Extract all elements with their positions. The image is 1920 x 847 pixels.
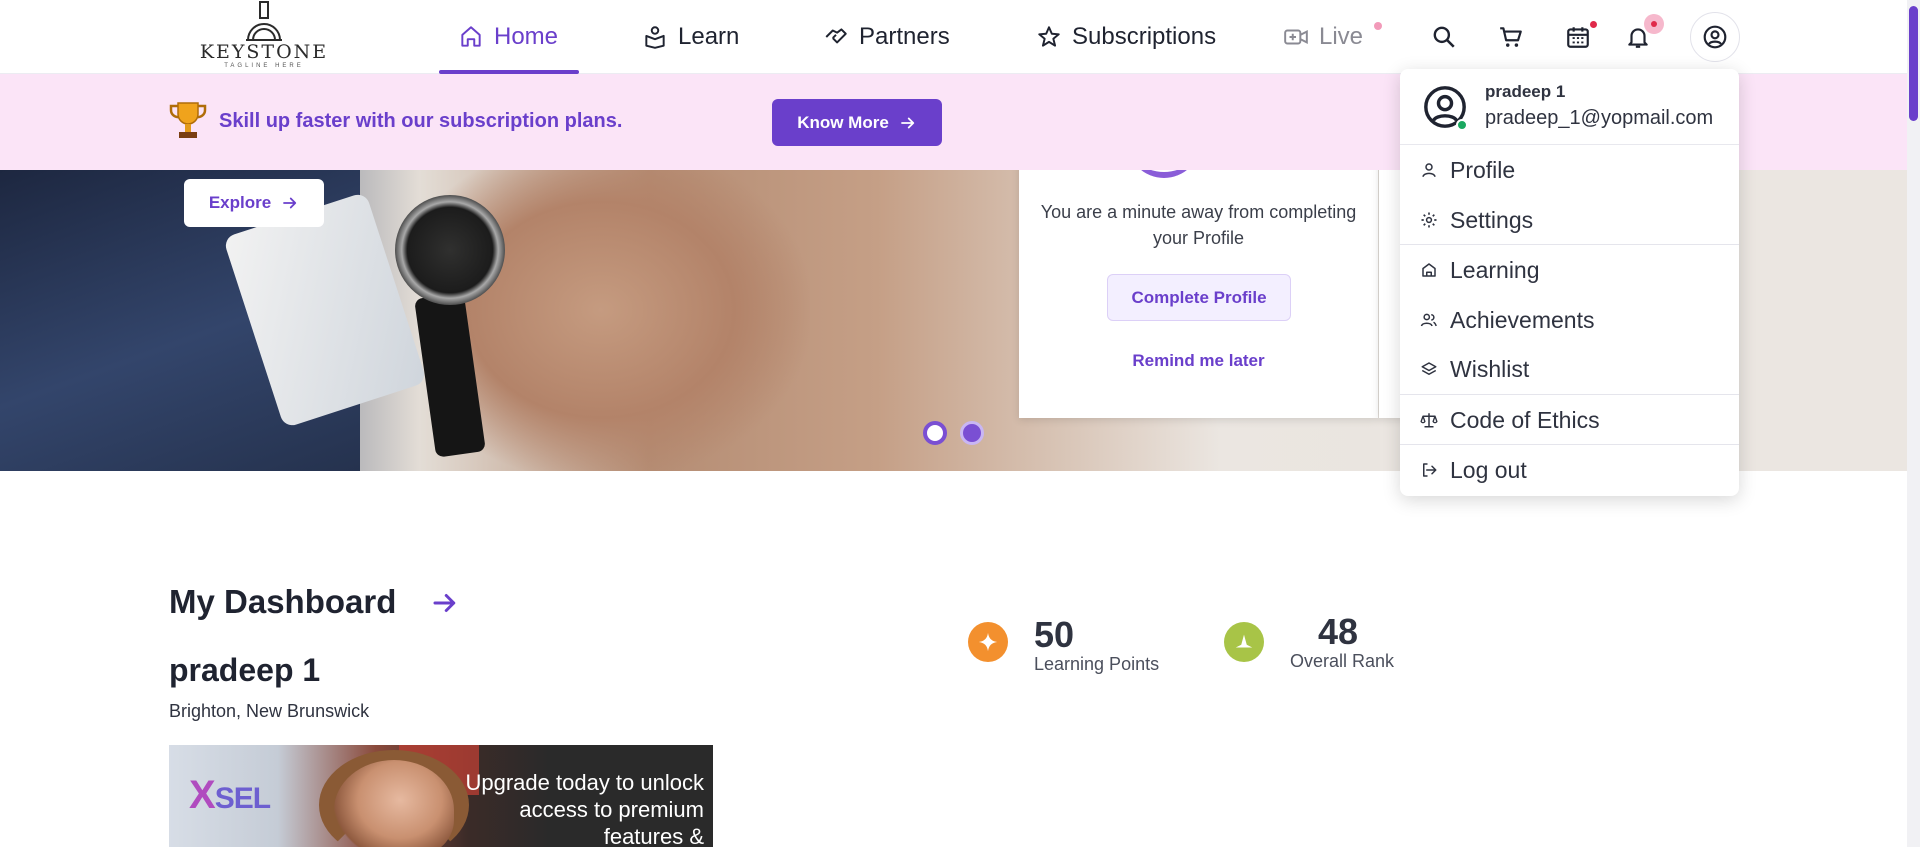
nav-partners[interactable]: Partners [823,0,950,74]
complete-profile-button[interactable]: Complete Profile [1107,274,1291,321]
users-icon [1420,313,1437,327]
carousel-dot-2[interactable] [960,421,984,445]
xsel-logo: XSEL [189,773,271,817]
nav-active-indicator [439,70,579,74]
live-indicator-dot [1374,22,1382,30]
layers-icon [1421,362,1437,375]
arrow-right-icon [433,594,456,612]
menu-user-name: pradeep 1 [1485,82,1566,101]
user-location: Brighton, New Brunswick [169,701,370,721]
scrollbar-thumb[interactable] [1909,6,1918,121]
explore-button[interactable]: Explore [184,179,324,227]
menu-item-label: Achievements [1450,306,1595,333]
remind-me-later-link[interactable]: Remind me later [1019,351,1378,371]
learning-icon [1422,263,1436,277]
brand-name: KEYSTONE [199,41,329,63]
explore-label: Explore [208,193,272,212]
profile-completion-card: You are a minute away from completing yo… [1019,140,1378,418]
account-menu-button[interactable] [1690,12,1740,62]
search-icon [1433,26,1455,48]
nav-learn[interactable]: Learn [642,0,739,74]
dashboard-title: My Dashboard [169,583,397,620]
menu-item-label: Learning [1450,256,1540,283]
handshake-icon [825,28,847,44]
user-icon [1422,163,1436,178]
cart-icon [1500,27,1522,47]
menu-item-wishlist[interactable]: Wishlist [1400,344,1739,394]
nav-subscriptions[interactable]: Subscriptions [1036,0,1216,74]
user-circle-icon [1703,25,1727,49]
nav-live[interactable]: Live [1283,0,1363,74]
learning-points-label: Learning Points [1034,654,1160,674]
video-plus-icon [1284,29,1308,45]
menu-item-label: Log out [1450,456,1527,483]
search-button[interactable] [1427,20,1461,54]
know-more-label: Know More [797,112,889,132]
nav-learn-label: Learn [678,23,740,50]
page-scrollbar[interactable] [1907,0,1920,847]
dashboard-link[interactable] [430,588,460,623]
nav-live-label: Live [1319,23,1364,50]
calendar-icon [1567,27,1589,48]
home-icon [461,26,481,47]
menu-item-achievements[interactable]: Achievements [1400,295,1739,345]
account-dropdown-menu: pradeep 1 pradeep_1@yopmail.com Profile … [1400,69,1739,496]
hero-image-watch [395,195,505,305]
keystone-arch-icon [246,1,282,41]
menu-item-label: Settings [1450,206,1534,233]
menu-item-label: Wishlist [1450,355,1530,382]
scale-icon [1420,413,1438,428]
cart-button[interactable] [1494,20,1528,54]
notification-badge [1644,14,1664,34]
overall-rank-label: Overall Rank [1290,651,1395,671]
nav-home-label: Home [494,23,559,50]
top-header: KEYSTONE TAGLINE HERE Home Learn Partner… [0,0,1907,74]
know-more-button[interactable]: Know More [772,99,942,146]
menu-item-settings[interactable]: Settings [1400,195,1739,245]
peak-icon [1235,634,1253,648]
carousel-dot-1[interactable] [923,421,947,445]
menu-item-learning[interactable]: Learning [1400,245,1739,295]
book-user-icon [645,26,665,49]
user-name: pradeep 1 [169,652,321,688]
menu-user-email: pradeep_1@yopmail.com [1485,107,1714,129]
nav-partners-label: Partners [859,23,950,50]
profile-completion-message: You are a minute away from completing yo… [1040,202,1357,248]
xsel-upgrade-ad[interactable]: XSEL Upgrade today to unlock access to p… [169,745,713,847]
calendar-notification-dot [1590,21,1597,28]
arrow-right-icon [900,117,914,128]
overall-rank-icon [1224,622,1264,662]
menu-user-header: pradeep 1 pradeep_1@yopmail.com [1400,69,1739,145]
logout-icon [1423,463,1437,477]
online-status-dot [1456,119,1468,131]
learning-points-icon [968,622,1008,662]
trophy-icon [169,102,207,138]
menu-item-logout[interactable]: Log out [1400,445,1739,495]
star-icon [1038,26,1060,47]
nav-subscriptions-label: Subscriptions [1072,23,1217,50]
arrow-right-icon [283,197,297,209]
learning-points-value: 50 [1034,614,1075,655]
brand-tagline: TAGLINE HERE [224,63,304,69]
overall-rank-value: 48 [1318,611,1359,652]
sparkle-icon [978,632,998,652]
promo-message: Skill up faster with our subscription pl… [219,110,623,132]
ad-message: Upgrade today to unlock access to premiu… [465,770,705,847]
menu-item-label: Code of Ethics [1450,406,1600,433]
gear-icon [1421,212,1437,228]
brand-logo[interactable]: KEYSTONE TAGLINE HERE [196,0,332,74]
menu-item-profile[interactable]: Profile [1400,145,1739,195]
nav-home[interactable]: Home [458,0,558,74]
menu-item-label: Profile [1450,156,1516,183]
menu-item-code-of-ethics[interactable]: Code of Ethics [1400,395,1739,445]
